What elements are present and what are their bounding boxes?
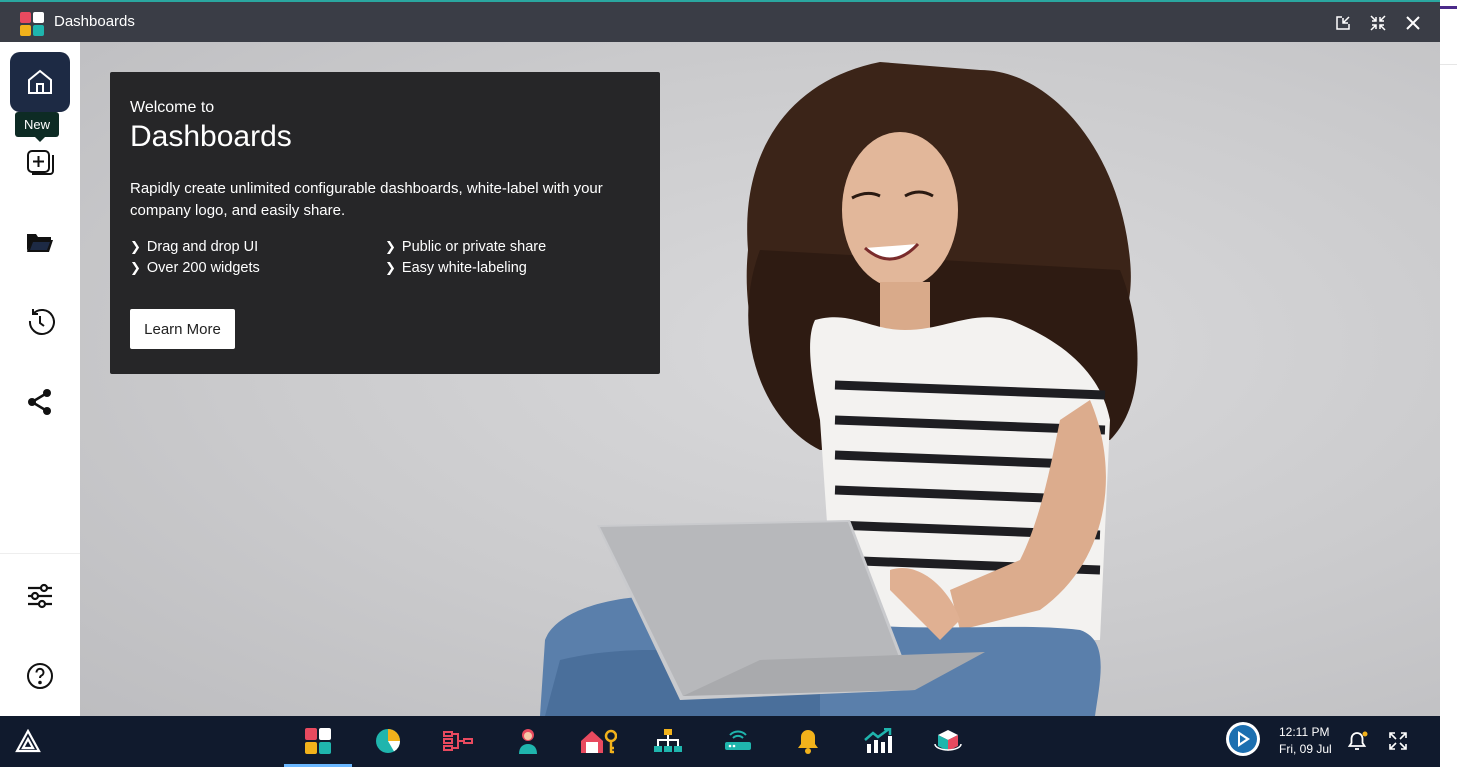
pie-chart-app-icon[interactable] [368, 724, 408, 758]
history-button[interactable] [10, 292, 70, 352]
start-triangle-icon[interactable] [8, 724, 48, 758]
taskbar-clock: 12:11 PM Fri, 09 Jul [1279, 724, 1332, 758]
clock-time: 12:11 PM [1279, 725, 1330, 739]
title-bar: Dashboards [0, 0, 1440, 42]
home-icon [28, 69, 52, 94]
feature-item: ❯ Drag and drop UI [130, 239, 259, 255]
card-description: Rapidly create unlimited configurable da… [130, 180, 603, 219]
org-chart-app-icon[interactable] [648, 724, 688, 758]
router-app-icon[interactable] [718, 724, 758, 758]
chevron-right-icon: ❯ [385, 260, 396, 275]
sidebar: New [0, 42, 80, 716]
taskbar: 12:11 PM Fri, 09 Jul [0, 716, 1440, 767]
feature-item: ❯ Over 200 widgets [130, 260, 260, 276]
dashboards-logo-icon [20, 12, 44, 36]
home-button[interactable] [10, 52, 70, 112]
help-button[interactable] [10, 646, 70, 706]
welcome-text: Welcome to [130, 99, 215, 116]
card-title: Dashboards [130, 120, 292, 153]
app-window: Dashboards New Welcome to Dashboards Rap… [0, 0, 1440, 716]
user-app-icon[interactable] [508, 724, 548, 758]
bell-app-icon[interactable] [788, 724, 828, 758]
popout-icon[interactable] [1330, 10, 1356, 36]
help-icon [27, 663, 53, 689]
new-dashboard-button[interactable] [10, 132, 70, 192]
main-content: Welcome to Dashboards Rapidly create unl… [80, 42, 1440, 716]
feature-item: ❯ Easy white-labeling [385, 260, 527, 276]
welcome-card: Welcome to Dashboards Rapidly create unl… [110, 72, 660, 374]
learn-more-button[interactable]: Learn More [130, 309, 235, 349]
close-icon[interactable] [1400, 10, 1426, 36]
chevron-right-icon: ❯ [385, 239, 396, 254]
chevron-right-icon: ❯ [130, 239, 141, 254]
flow-app-icon[interactable] [438, 724, 478, 758]
open-folder-button[interactable] [10, 212, 70, 272]
window-title: Dashboards [54, 13, 135, 30]
profile-avatar-icon[interactable] [1223, 722, 1263, 756]
settings-sliders-icon [28, 583, 52, 609]
cube-app-icon[interactable] [928, 724, 968, 758]
sidebar-divider [0, 553, 80, 554]
stocks-app-icon[interactable] [858, 724, 898, 758]
right-edge-strip [1440, 0, 1457, 772]
feature-item: ❯ Public or private share [385, 239, 547, 255]
home-key-app-icon[interactable] [578, 724, 618, 758]
history-icon [28, 309, 55, 335]
notifications-bell-icon[interactable] [1338, 724, 1378, 758]
share-icon [28, 389, 51, 415]
collapse-icon[interactable] [1365, 10, 1391, 36]
chevron-right-icon: ❯ [130, 260, 141, 275]
new-dashboard-icon [27, 150, 54, 175]
clock-date: Fri, 09 Jul [1279, 742, 1332, 756]
folder-icon [27, 234, 53, 252]
dashboards-app-icon[interactable] [298, 724, 338, 758]
share-button[interactable] [10, 372, 70, 432]
active-app-indicator [284, 764, 352, 767]
settings-button[interactable] [10, 566, 70, 626]
fullscreen-icon[interactable] [1378, 724, 1418, 758]
